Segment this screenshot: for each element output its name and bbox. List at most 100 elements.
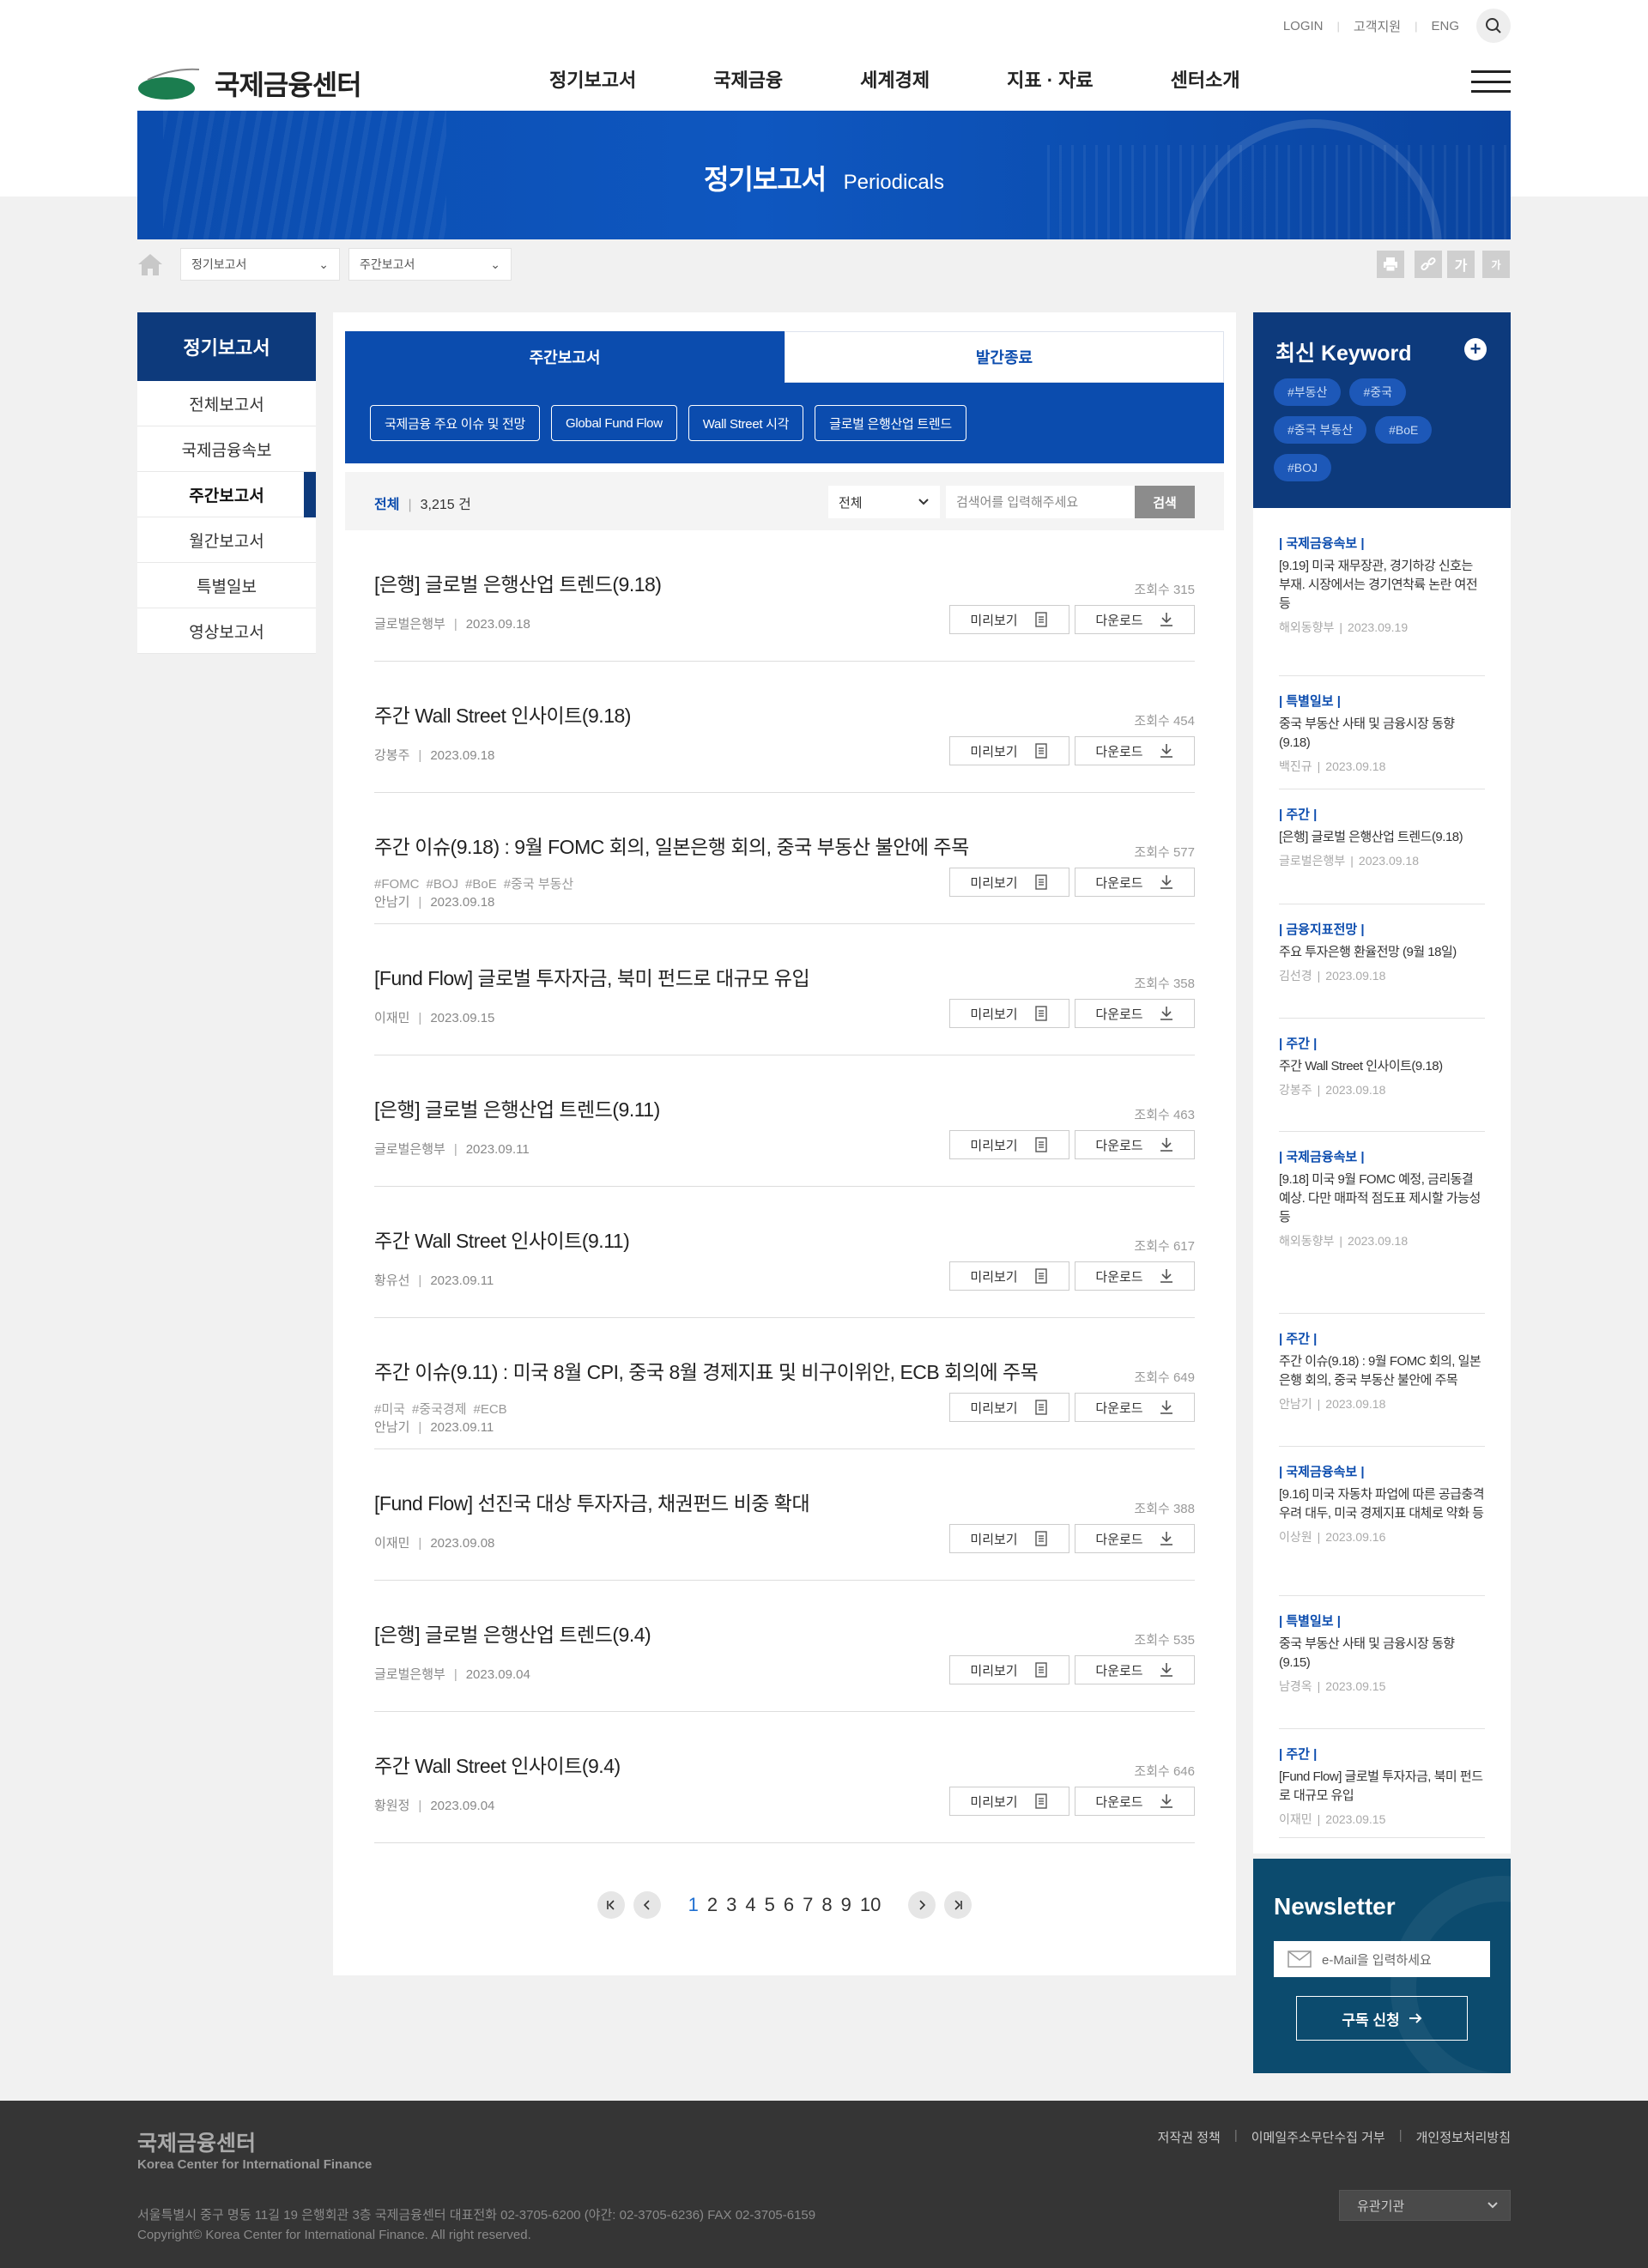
gnb-item[interactable]: 국제금융: [713, 65, 783, 93]
keyword-tag[interactable]: #BOJ: [1274, 454, 1332, 481]
newsletter-email-input[interactable]: e-Mail을 입력하세요: [1274, 1941, 1490, 1977]
report-title[interactable]: [Fund Flow] 글로벌 투자자금, 북미 펀드로 대규모 유입: [374, 962, 810, 991]
side-nav-item[interactable]: 영상보고서: [137, 608, 316, 654]
preview-button[interactable]: 미리보기: [949, 1787, 1069, 1816]
support-link[interactable]: 고객지원: [1354, 17, 1401, 35]
report-tag[interactable]: #BOJ: [427, 877, 459, 892]
keyword-tag[interactable]: #중국: [1349, 378, 1406, 406]
report-title[interactable]: 주간 이슈(9.18) : 9월 FOMC 회의, 일본은행 회의, 중국 부동…: [374, 831, 969, 860]
report-title[interactable]: 주간 이슈(9.11) : 미국 8월 CPI, 중국 8월 경제지표 및 비구…: [374, 1356, 1039, 1385]
download-button[interactable]: 다운로드: [1075, 736, 1195, 765]
login-link[interactable]: LOGIN: [1283, 19, 1324, 33]
breadcrumb-select-2[interactable]: 주간보고서 ⌄: [348, 248, 512, 281]
report-title[interactable]: 주간 Wall Street 인사이트(9.18): [374, 699, 631, 729]
feed-item[interactable]: | 특별일보 | 중국 부동산 사태 및 금융시장 동향 (9.18) 백진규 | 20…: [1279, 692, 1485, 789]
feed-item[interactable]: | 주간 | 주간 Wall Street 인사이트(9.18) 강봉주 | 2023.…: [1279, 1034, 1485, 1132]
download-button[interactable]: 다운로드: [1075, 1655, 1195, 1684]
side-nav-item[interactable]: 전체보고서: [137, 381, 316, 426]
category-chip[interactable]: Global Fund Flow: [550, 405, 677, 441]
site-logo[interactable]: 국제금융센터: [137, 64, 362, 103]
side-nav-item[interactable]: 주간보고서: [137, 472, 316, 517]
report-tag[interactable]: #BoE: [465, 877, 497, 892]
privacy-policy-link[interactable]: 개인정보처리방침: [1416, 2128, 1511, 2146]
font-size-down-button[interactable]: 가: [1482, 251, 1510, 278]
feed-item[interactable]: | 금융지표전망 | 주요 투자은행 환율전망 (9월 18일) 김선경 | 2023.…: [1279, 920, 1485, 1019]
feed-item[interactable]: | 특별일보 | 중국 부동산 사태 및 금융시장 동향 (9.15) 남경옥 | 20…: [1279, 1612, 1485, 1729]
page-number[interactable]: 2: [707, 1894, 718, 1916]
download-button[interactable]: 다운로드: [1075, 1787, 1195, 1816]
preview-button[interactable]: 미리보기: [949, 999, 1069, 1028]
gnb-item[interactable]: 지표 · 자료: [1007, 65, 1094, 93]
preview-button[interactable]: 미리보기: [949, 1393, 1069, 1422]
print-button[interactable]: [1377, 251, 1404, 278]
download-button[interactable]: 다운로드: [1075, 1524, 1195, 1553]
preview-button[interactable]: 미리보기: [949, 1261, 1069, 1291]
page-number[interactable]: 6: [784, 1894, 794, 1916]
related-sites-select[interactable]: 유관기관: [1339, 2190, 1511, 2221]
category-chip[interactable]: Wall Street 시각: [688, 405, 804, 441]
keyword-tag[interactable]: #중국 부동산: [1274, 416, 1367, 444]
gnb-item[interactable]: 세계경제: [860, 65, 930, 93]
report-title[interactable]: [Fund Flow] 선진국 대상 투자자금, 채권펀드 비중 확대: [374, 1487, 810, 1516]
side-nav-item[interactable]: 특별일보: [137, 563, 316, 608]
report-tag[interactable]: #FOMC: [374, 877, 420, 892]
first-page-button[interactable]: [597, 1891, 625, 1919]
gnb-item[interactable]: 센터소개: [1171, 65, 1240, 93]
report-tag[interactable]: #중국 부동산: [504, 877, 574, 892]
page-number[interactable]: 10: [860, 1894, 881, 1916]
newsletter-subscribe-button[interactable]: 구독 신청: [1296, 1996, 1468, 2041]
page-number[interactable]: 1: [688, 1894, 699, 1916]
report-tag[interactable]: #미국: [374, 1402, 405, 1417]
breadcrumb-select-1[interactable]: 정기보고서 ⌄: [180, 248, 340, 281]
category-chip[interactable]: 국제금융 주요 이슈 및 전망: [370, 405, 540, 441]
page-number[interactable]: 9: [841, 1894, 851, 1916]
report-title[interactable]: 주간 Wall Street 인사이트(9.11): [374, 1225, 630, 1254]
page-number[interactable]: 5: [765, 1894, 775, 1916]
last-page-button[interactable]: [944, 1891, 972, 1919]
feed-item[interactable]: | 주간 | [은행] 글로벌 은행산업 트렌드(9.18) 글로벌은행부 | 2023…: [1279, 805, 1485, 904]
next-page-button[interactable]: [908, 1891, 936, 1919]
report-tag[interactable]: #ECB: [474, 1402, 507, 1417]
font-size-up-button[interactable]: 가: [1447, 251, 1475, 278]
feed-item[interactable]: | 국제금융속보 | [9.19] 미국 재무장관, 경기하강 신호는 부재. 시…: [1279, 534, 1485, 676]
category-chip[interactable]: 글로벌 은행산업 트렌드: [815, 405, 966, 441]
prev-page-button[interactable]: [633, 1891, 661, 1919]
feed-item[interactable]: | 국제금융속보 | [9.16] 미국 자동차 파업에 따른 공급충격 우려 대…: [1279, 1462, 1485, 1596]
preview-button[interactable]: 미리보기: [949, 1524, 1069, 1553]
share-link-button[interactable]: [1415, 251, 1442, 278]
tab-weekly[interactable]: 주간보고서: [345, 331, 785, 383]
page-number[interactable]: 3: [726, 1894, 736, 1916]
download-button[interactable]: 다운로드: [1075, 868, 1195, 897]
page-number[interactable]: 4: [745, 1894, 755, 1916]
tab-discontinued[interactable]: 발간종료: [785, 331, 1224, 383]
page-number[interactable]: 8: [821, 1894, 832, 1916]
copyright-policy-link[interactable]: 저작권 정책: [1158, 2128, 1221, 2146]
download-button[interactable]: 다운로드: [1075, 605, 1195, 634]
side-nav-item[interactable]: 국제금융속보: [137, 426, 316, 472]
home-icon[interactable]: [137, 252, 163, 276]
keyword-tag[interactable]: #부동산: [1274, 378, 1342, 406]
preview-button[interactable]: 미리보기: [949, 736, 1069, 765]
report-tag[interactable]: #중국경제: [412, 1402, 467, 1417]
preview-button[interactable]: 미리보기: [949, 868, 1069, 897]
report-title[interactable]: [은행] 글로벌 은행산업 트렌드(9.11): [374, 1093, 660, 1122]
preview-button[interactable]: 미리보기: [949, 1655, 1069, 1684]
report-title[interactable]: [은행] 글로벌 은행산업 트렌드(9.4): [374, 1618, 651, 1648]
search-filter-select[interactable]: 전체: [828, 486, 940, 518]
download-button[interactable]: 다운로드: [1075, 1261, 1195, 1291]
keyword-tag[interactable]: #BoE: [1375, 416, 1433, 444]
download-button[interactable]: 다운로드: [1075, 1130, 1195, 1159]
side-nav-item[interactable]: 월간보고서: [137, 517, 316, 563]
download-button[interactable]: 다운로드: [1075, 999, 1195, 1028]
report-title[interactable]: 주간 Wall Street 인사이트(9.4): [374, 1750, 621, 1779]
gnb-item[interactable]: 정기보고서: [549, 65, 636, 93]
report-title[interactable]: [은행] 글로벌 은행산업 트렌드(9.18): [374, 568, 662, 597]
preview-button[interactable]: 미리보기: [949, 1130, 1069, 1159]
feed-item[interactable]: | 주간 | [Fund Flow] 글로벌 투자자금, 북미 펀드로 대규모 유…: [1279, 1745, 1485, 1838]
menu-icon[interactable]: [1471, 70, 1511, 93]
plus-icon[interactable]: +: [1464, 338, 1487, 360]
download-button[interactable]: 다운로드: [1075, 1393, 1195, 1422]
search-submit-button[interactable]: 검색: [1135, 486, 1195, 518]
page-number[interactable]: 7: [803, 1894, 813, 1916]
eng-link[interactable]: ENG: [1431, 19, 1459, 33]
